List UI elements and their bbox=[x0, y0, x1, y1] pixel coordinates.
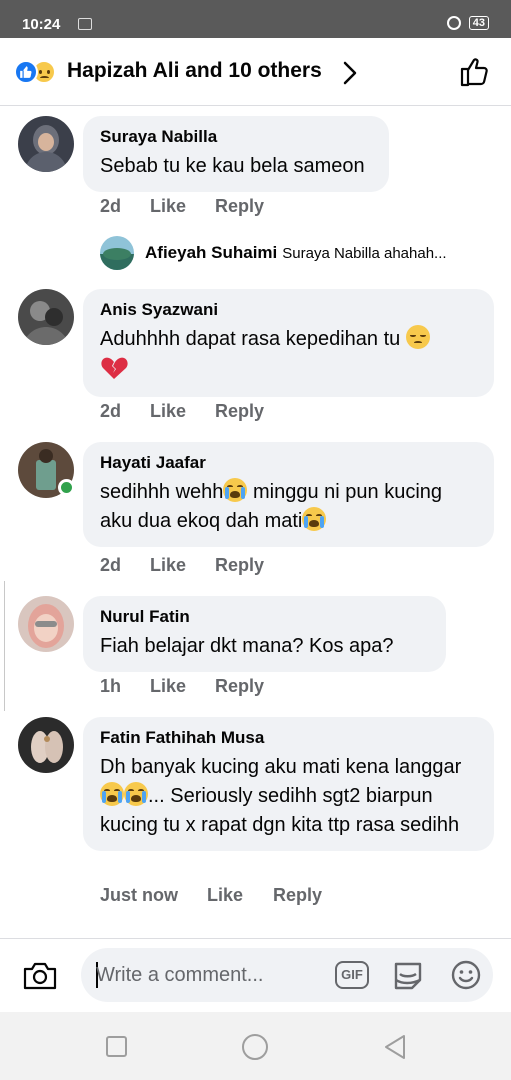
reaction-icons bbox=[14, 60, 64, 84]
pensive-emoji-icon bbox=[405, 325, 430, 349]
comment-time: 1h bbox=[100, 676, 122, 696]
reply-button[interactable]: Reply bbox=[273, 885, 322, 906]
comment-text: Fiah belajar dkt mana? Kos apa? bbox=[100, 635, 394, 657]
sim-icon bbox=[78, 18, 92, 30]
comment-text: Sebab tu ke kau bela sameon bbox=[100, 155, 365, 177]
avatar[interactable] bbox=[18, 717, 74, 773]
crying-emoji-icon bbox=[302, 507, 327, 531]
like-reaction-icon bbox=[14, 60, 38, 84]
comment-author[interactable]: Fatin Fathihah Musa bbox=[100, 727, 477, 749]
comment-time: 2d bbox=[100, 196, 122, 216]
comment-text-part: ... Seriously sedihh sgt2 biarpun kucing… bbox=[100, 785, 460, 836]
crying-emoji-icon bbox=[124, 782, 148, 806]
comment-time: 2d bbox=[100, 401, 122, 421]
system-nav-bar bbox=[0, 1012, 511, 1080]
comment-bubble: Suraya Nabilla Sebab tu ke kau bela same… bbox=[83, 116, 389, 192]
reactions-header[interactable]: Hapizah Ali and 10 others bbox=[0, 38, 511, 106]
reply-button[interactable]: Reply bbox=[215, 401, 264, 422]
comment-bubble: Hayati Jaafar sedihhh wehh minggu ni pun… bbox=[83, 442, 494, 547]
comment-author[interactable]: Hayati Jaafar bbox=[100, 452, 477, 474]
scroll-indicator[interactable] bbox=[0, 581, 5, 711]
camera-icon[interactable] bbox=[22, 961, 58, 996]
gif-button[interactable]: GIF bbox=[335, 961, 369, 989]
comment-time: Just now bbox=[100, 885, 179, 905]
comment-text-part: sedihhh wehh bbox=[100, 481, 224, 503]
avatar[interactable] bbox=[18, 596, 74, 652]
crying-emoji-icon bbox=[223, 478, 248, 502]
broken-heart-emoji-icon bbox=[100, 354, 128, 382]
comment-actions: 2d Like Reply bbox=[100, 555, 264, 576]
online-status-dot bbox=[58, 479, 75, 496]
like-button[interactable]: Like bbox=[207, 885, 273, 906]
battery-indicator: 43 bbox=[468, 16, 489, 30]
chevron-right-icon[interactable] bbox=[342, 60, 358, 91]
comment-text: sedihhh wehh minggu ni pun kucing aku du… bbox=[100, 478, 477, 536]
comment-actions: 1h Like Reply bbox=[100, 676, 264, 697]
like-button[interactable]: Like bbox=[150, 196, 215, 217]
alarm-icon bbox=[446, 16, 461, 30]
comment-actions: Just now Like Reply bbox=[100, 885, 322, 906]
avatar[interactable] bbox=[18, 289, 74, 345]
reply-author[interactable]: Afieyah Suhaimi bbox=[145, 243, 277, 263]
reply-button[interactable]: Reply bbox=[215, 676, 264, 697]
comment-text: Aduhhhh dapat rasa kepedihan tu bbox=[100, 325, 477, 386]
comment-text-content: Aduhhhh dapat rasa kepedihan tu bbox=[100, 328, 401, 350]
reactions-title[interactable]: Hapizah Ali and 10 others bbox=[67, 59, 322, 83]
comments-sheet: Hapizah Ali and 10 others Suraya Nabilla… bbox=[0, 38, 511, 1080]
reply-text: Suraya Nabilla ahahah... bbox=[282, 244, 447, 262]
like-button[interactable]: Like bbox=[150, 401, 215, 422]
comment-time: 2d bbox=[100, 555, 122, 575]
avatar[interactable] bbox=[18, 116, 74, 172]
comment-author[interactable]: Nurul Fatin bbox=[100, 606, 429, 628]
status-right: 43 bbox=[446, 16, 489, 30]
comment-author[interactable]: Anis Syazwani bbox=[100, 299, 477, 321]
comment-text-part: Dh banyak kucing aku mati kena langgar bbox=[100, 756, 462, 778]
comment-input[interactable] bbox=[96, 960, 326, 990]
back-icon[interactable] bbox=[383, 1034, 407, 1065]
comment-actions: 2d Like Reply bbox=[100, 401, 264, 422]
recents-icon[interactable] bbox=[106, 1036, 127, 1057]
status-bar: 10:24 43 bbox=[0, 0, 511, 38]
reply-preview[interactable]: Afieyah Suhaimi Suraya Nabilla ahahah... bbox=[100, 235, 447, 271]
comment-bubble: Nurul Fatin Fiah belajar dkt mana? Kos a… bbox=[83, 596, 446, 672]
comment-actions: 2d Like Reply bbox=[100, 196, 264, 217]
like-button[interactable]: Like bbox=[150, 555, 215, 576]
emoji-picker-icon[interactable] bbox=[450, 959, 482, 996]
home-icon[interactable] bbox=[242, 1034, 268, 1060]
status-time: 10:24 bbox=[22, 16, 61, 33]
reply-button[interactable]: Reply bbox=[215, 196, 264, 217]
comment-composer: GIF bbox=[0, 938, 511, 1012]
comment-text: Dh banyak kucing aku mati kena langgar .… bbox=[100, 753, 477, 840]
reply-button[interactable]: Reply bbox=[215, 555, 264, 576]
like-button[interactable]: Like bbox=[150, 676, 215, 697]
comment-bubble: Anis Syazwani Aduhhhh dapat rasa kepedih… bbox=[83, 289, 494, 397]
comment-box[interactable]: GIF bbox=[81, 948, 493, 1002]
sticker-icon[interactable] bbox=[391, 959, 425, 996]
comment-bubble: Fatin Fathihah Musa Dh banyak kucing aku… bbox=[83, 717, 494, 851]
like-post-icon[interactable] bbox=[459, 56, 491, 93]
crying-emoji-icon bbox=[100, 782, 124, 806]
avatar[interactable] bbox=[100, 236, 134, 270]
comment-author[interactable]: Suraya Nabilla bbox=[100, 126, 372, 148]
